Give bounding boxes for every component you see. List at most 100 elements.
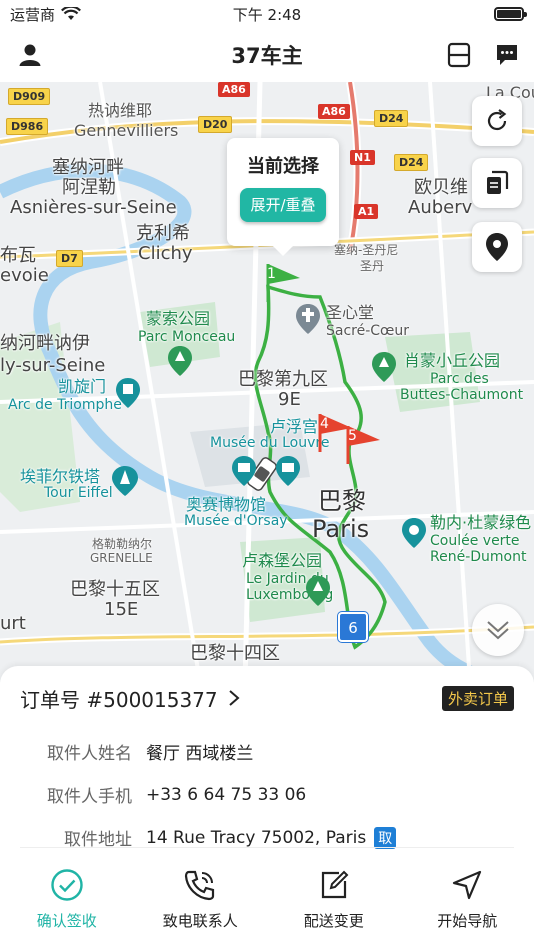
pickup-address-row: 取件地址 14 Rue Tracy 75002, Paris 取 [20,816,514,859]
map-label: 肖蒙小丘公园 [404,351,501,370]
locate-button[interactable] [472,222,522,272]
road-badge-d909: D909 [8,88,51,105]
navigation-icon [453,870,482,900]
chevron-right-icon [228,690,240,706]
call-contact-button[interactable]: 致电联系人 [140,868,260,950]
map-label: 圣丹 [360,259,385,273]
park-marker-icon [306,576,330,606]
wifi-icon [61,7,81,20]
phone-icon [185,870,215,901]
road-badge-d24-b: D24 [394,154,429,171]
map-view[interactable]: D909 D986 D20 A86 D24 N1 D24 A1 D7 A86 热… [0,82,534,682]
start-navigation-button[interactable]: 开始导航 [407,868,527,950]
selection-popup: 当前选择 展开/重叠 [227,138,339,256]
expand-overlap-button[interactable]: 展开/重叠 [240,188,326,222]
map-label: Tour Eiffel [44,485,113,501]
pickup-badge: 取 [374,826,397,849]
scan-icon[interactable] [446,42,472,68]
tab-label: 确认签收 [36,912,97,930]
map-label: Coulée verte [430,533,520,549]
map-label: Asnières-sur-Seine [10,197,177,218]
map-label: Musée du Louvre [210,435,330,451]
map-label: 巴黎第九区 [238,369,328,390]
map-label: 9E [278,389,301,410]
landmark-marker-icon [116,378,140,408]
map-label: 凯旋门 [58,377,107,396]
bottom-action-bar: 确认签收 致电联系人 配送变更 开始导航 [0,856,534,950]
order-panel: 订单号 #500015377 外卖订单 取件人姓名 餐厅 西域楼兰 取件人手机 … [0,666,534,856]
road-badge-n1: N1 [350,150,375,165]
user-icon[interactable] [18,43,42,67]
map-label: 热讷维耶 [88,101,153,120]
tower-marker-icon [112,466,138,496]
map-label: 巴黎十四区 [190,643,280,664]
map-label: 奥赛博物馆 [186,495,267,514]
road-badge-d7: D7 [56,250,83,267]
tab-label: 开始导航 [437,912,498,930]
camera-marker-icon [402,518,426,548]
confirm-receipt-button[interactable]: 确认签收 [7,868,127,950]
double-chevron-down-icon [487,621,509,640]
road-badge-d24: D24 [374,110,409,127]
order-type-badge: 外卖订单 [441,685,514,711]
row-label: 取件人手机 [47,787,132,807]
map-label: 塞纳河畔 [52,157,124,178]
map-label: 纳河畔讷伊 [0,333,90,354]
map-label: Auberv [408,197,473,218]
road-badge-a1: A1 [354,204,379,219]
status-bar: 运营商 下午 2:48 [0,0,534,28]
map-label: 克利希 [136,223,190,244]
pickup-address: 14 Rue Tracy 75002, Paris [146,827,367,848]
marker-number: 4 [320,416,329,432]
church-marker-icon [296,304,320,334]
refresh-icon [487,109,507,131]
road-badge-d20: D20 [198,116,233,133]
map-label: 布瓦 [0,245,36,266]
map-label: Paris [312,515,370,543]
marker-number: 5 [348,428,357,444]
row-label: 取件人姓名 [47,744,132,764]
location-pin-icon [486,233,508,261]
map-label: 卢浮宫 [270,417,319,436]
map-label: Parc Monceau [138,329,236,345]
road-badge-a86-b: A86 [318,104,350,119]
park-marker-icon [372,352,396,382]
carrier-label: 运营商 [10,5,56,24]
delivery-change-button[interactable]: 配送变更 [274,868,394,950]
map-label: Buttes-Chaumont [400,387,524,403]
tab-label: 配送变更 [303,912,364,930]
museum-marker-icon [276,456,300,486]
edit-icon [321,870,349,899]
route-end-marker[interactable]: 6 [338,612,368,642]
road-badge-a86: A86 [218,82,250,97]
route-stop-flag-5[interactable]: 5 [344,424,384,464]
road-badge-d986: D986 [6,118,49,135]
map-label: GRENELLE [90,551,153,565]
check-circle-icon [51,869,83,901]
pickup-phone[interactable]: +33 6 64 75 33 06 [146,785,306,805]
map-label: 格勒勒纳尔 [92,537,153,551]
copy-icon [487,170,509,194]
map-label: evoie [0,265,49,286]
tab-label: 致电联系人 [162,912,238,930]
park-marker-icon [168,346,192,376]
map-label: 蒙索公园 [146,309,211,328]
refresh-button[interactable] [472,96,522,146]
map-label: 阿涅勒 [62,177,116,198]
map-label: Parc des [430,371,489,387]
museum-marker-icon [232,456,256,486]
popup-title: 当前选择 [247,156,319,177]
order-number-link[interactable]: 订单号 #500015377 [20,684,240,713]
map-label: 圣心堂 [326,303,375,322]
map-label: Sacré-Cœur [326,323,410,339]
map-label: ly-sur-Seine [0,355,106,376]
map-label: Clichy [138,243,193,264]
route-start-flag[interactable]: 1 [264,262,304,302]
copy-button[interactable] [472,158,522,208]
pickup-address-value: 14 Rue Tracy 75002, Paris 取 [146,826,397,849]
collapse-button[interactable] [472,604,524,656]
message-icon[interactable] [494,42,520,68]
nav-bar: 37车主 [0,28,534,82]
map-label: 卢森堡公园 [242,551,323,570]
divider [20,847,514,848]
